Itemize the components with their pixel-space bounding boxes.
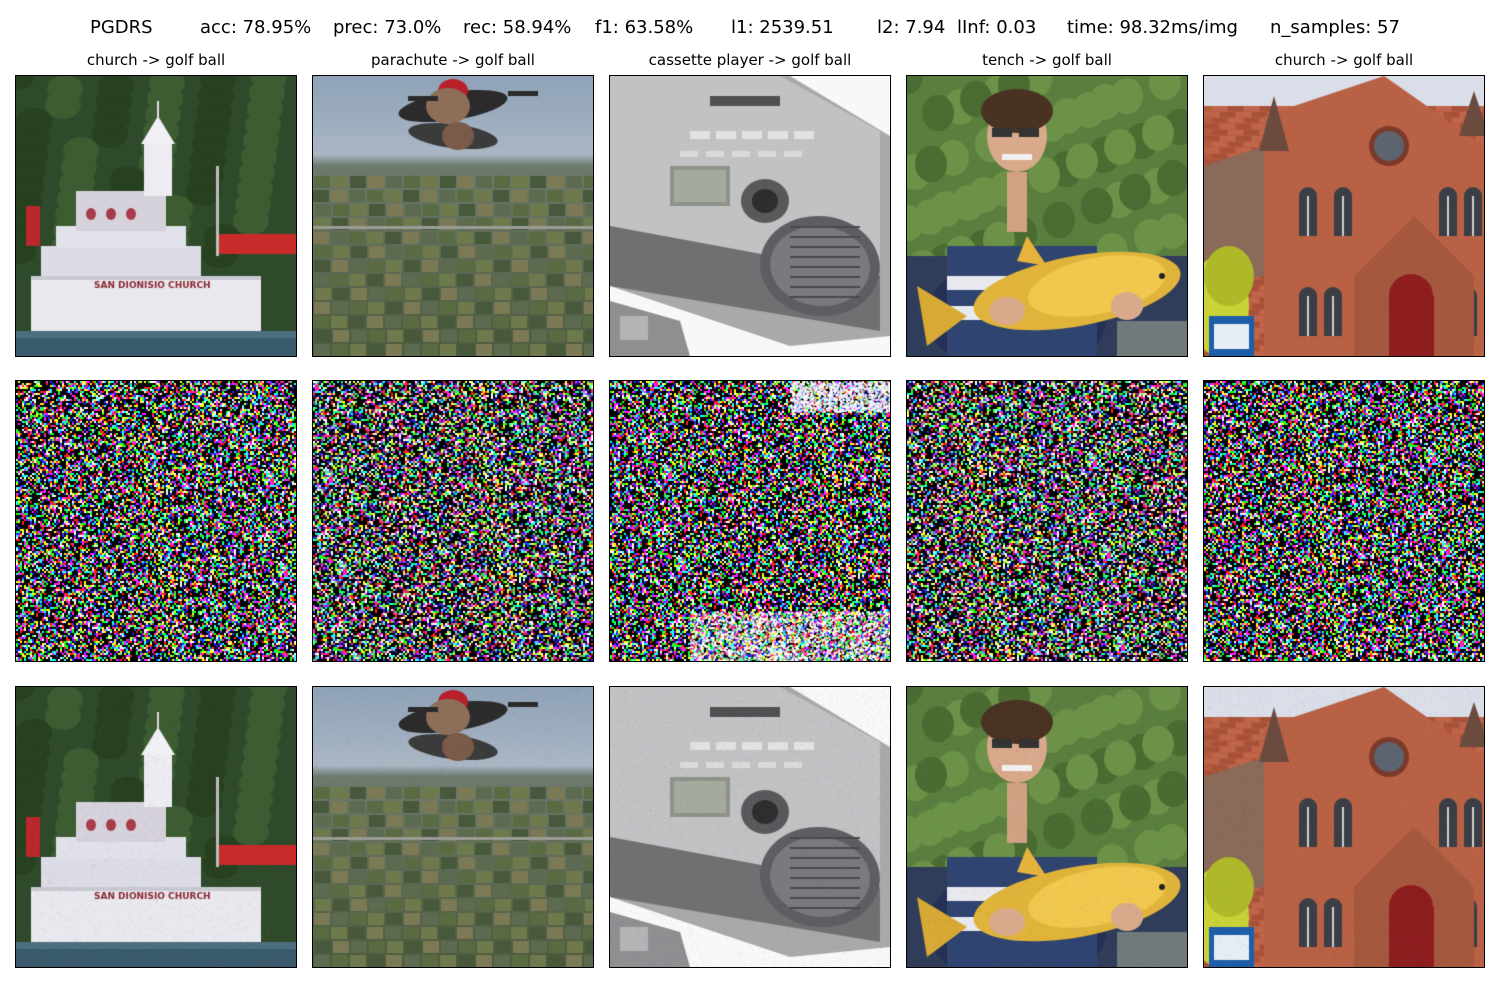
- metric-l1: l1: 2539.51: [731, 17, 834, 38]
- original-image-parachute: [312, 75, 594, 357]
- column-title-5: church -> golf ball: [1274, 51, 1414, 69]
- adversarial-image-church-brick: [1203, 686, 1485, 968]
- metric-prec: prec: 73.0%: [333, 17, 442, 38]
- metric-linf: lInf: 0.03: [957, 17, 1037, 38]
- adversarial-image-cassette-player: [609, 686, 891, 968]
- perturbation-church-brick: [1203, 380, 1485, 662]
- column-title-4: tench -> golf ball: [982, 51, 1112, 69]
- perturbation-parachute: [312, 380, 594, 662]
- figure-title: PGDRS acc: 78.95% prec: 73.0% rec: 58.94…: [0, 17, 1500, 43]
- adversarial-image-tench: [906, 686, 1188, 968]
- perturbation-tench: [906, 380, 1188, 662]
- metric-time: time: 98.32ms/img: [1067, 17, 1238, 38]
- perturbation-church: [15, 380, 297, 662]
- metric-f1: f1: 63.58%: [595, 17, 694, 38]
- adversarial-image-parachute: [312, 686, 594, 968]
- metric-l2: l2: 7.94: [877, 17, 946, 38]
- metric-acc: acc: 78.95%: [200, 17, 312, 38]
- original-image-church-brick: [1203, 75, 1485, 357]
- perturbation-cassette-player: [609, 380, 891, 662]
- column-title-3: cassette player -> golf ball: [648, 51, 852, 69]
- method-name: PGDRS: [90, 17, 153, 38]
- adversarial-image-church: [15, 686, 297, 968]
- original-image-cassette-player: [609, 75, 891, 357]
- column-title-1: church -> golf ball: [86, 51, 226, 69]
- column-title-2: parachute -> golf ball: [371, 51, 535, 69]
- original-image-tench: [906, 75, 1188, 357]
- original-image-church: [15, 75, 297, 357]
- metric-rec: rec: 58.94%: [463, 17, 572, 38]
- metric-n-samples: n_samples: 57: [1270, 17, 1400, 38]
